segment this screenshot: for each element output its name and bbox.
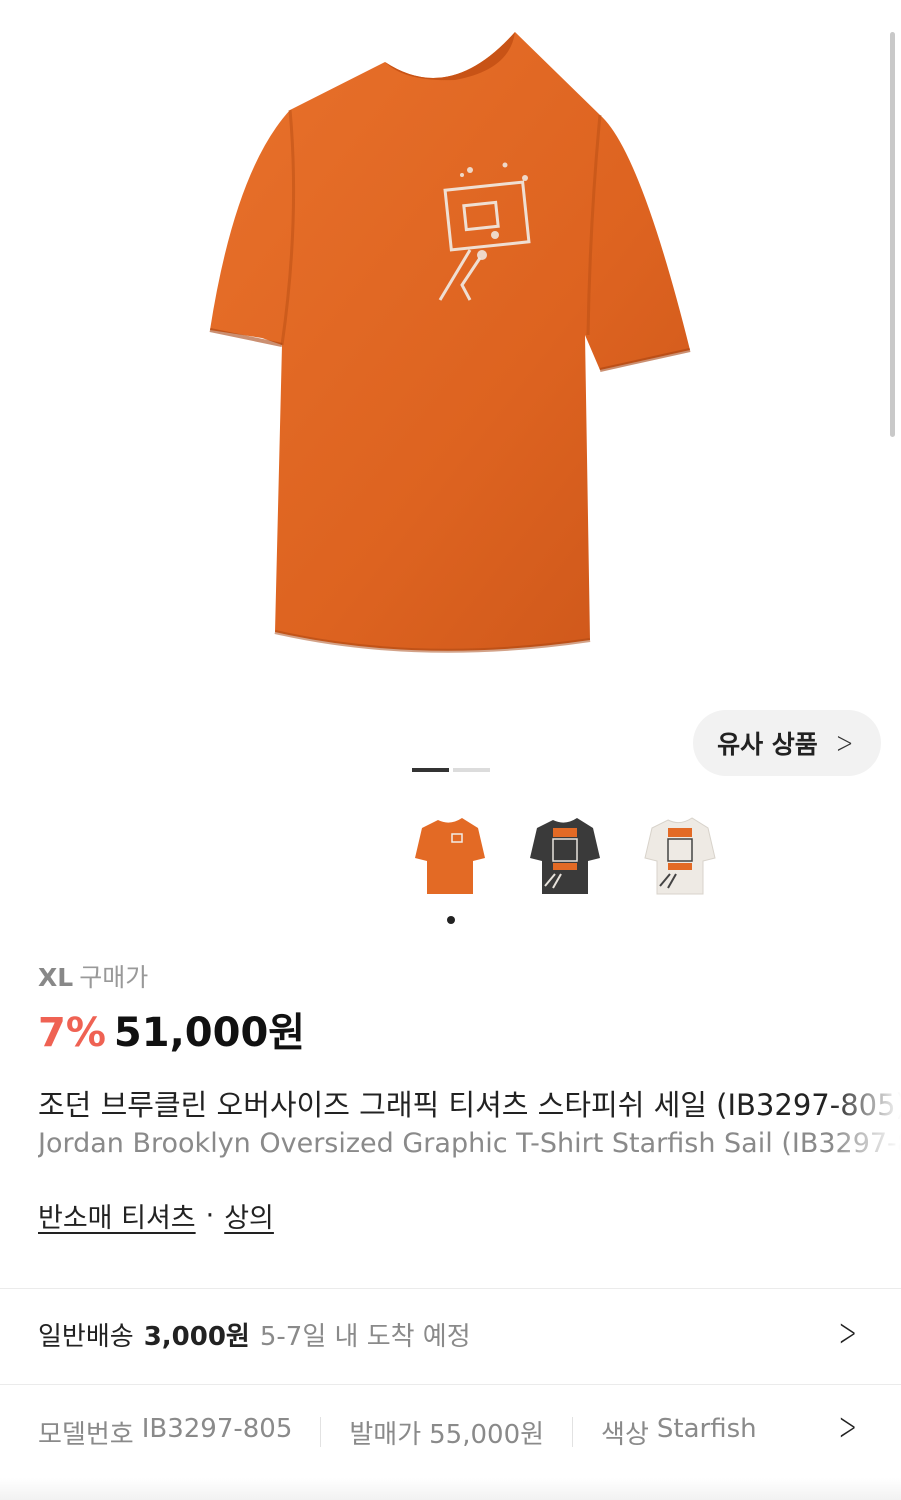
product-name-korean: 조던 브루클린 오버사이즈 그래픽 티셔츠 스타피쉬 세일 (IB3297-80… [38, 1082, 901, 1124]
chevron-right-icon[interactable]: > [839, 1310, 857, 1356]
specs-row: 모델번호 IB3297-805 발매가 55,000원 색상 Starfish [38, 1410, 858, 1454]
bottom-shade [0, 1478, 901, 1500]
divider [0, 1384, 901, 1385]
category-link-tops[interactable]: 상의 [224, 1196, 274, 1235]
product-name-english: Jordan Brooklyn Oversized Graphic T-Shir… [38, 1128, 901, 1159]
product-main-image[interactable] [0, 0, 901, 700]
image-pager [412, 768, 490, 772]
thumbnail-black[interactable] [515, 806, 615, 906]
divider [0, 1288, 901, 1289]
chevron-right-icon[interactable]: > [839, 1404, 857, 1450]
category-link-short-sleeve[interactable]: 반소매 티셔츠 [38, 1196, 196, 1235]
spec-model-number: 모델번호 IB3297-805 [38, 1413, 293, 1450]
chevron-right-icon: > [835, 725, 854, 761]
color-thumbnails [0, 806, 901, 906]
purchase-price-label: XL 구매가 [38, 958, 148, 994]
category-separator: · [205, 1200, 215, 1231]
similar-products-label: 유사 상품 [717, 730, 818, 759]
pager-segment[interactable] [412, 768, 449, 772]
spec-release-price: 발매가 55,000원 [349, 1419, 545, 1450]
breadcrumb: 반소매 티셔츠 · 상의 [38, 1196, 274, 1235]
discount-rate: 7% [38, 1010, 106, 1056]
similar-products-button[interactable]: 유사 상품 > [693, 710, 881, 776]
shipping-cost: 3,000원 [143, 1322, 250, 1352]
sale-price: 51,000원 [113, 1010, 306, 1056]
pager-segment[interactable] [453, 768, 490, 772]
size-label: XL [38, 963, 74, 992]
spec-separator [572, 1417, 574, 1447]
spec-separator [320, 1417, 322, 1447]
price-row: 7% 51,000원 [38, 1000, 305, 1058]
price-type-label: 구매가 [79, 963, 149, 992]
thumbnail-white[interactable] [630, 806, 730, 906]
shipping-type: 일반배송 [38, 1322, 134, 1352]
thumbnail-orange[interactable] [400, 806, 500, 906]
selected-thumbnail-dot [447, 916, 455, 924]
shipping-row[interactable]: 일반배송 3,000원 5-7일 내 도착 예정 [38, 1316, 471, 1353]
tshirt-image [209, 32, 691, 653]
spec-color: 색상 Starfish [601, 1413, 757, 1450]
shipping-eta: 5-7일 내 도착 예정 [259, 1322, 471, 1352]
